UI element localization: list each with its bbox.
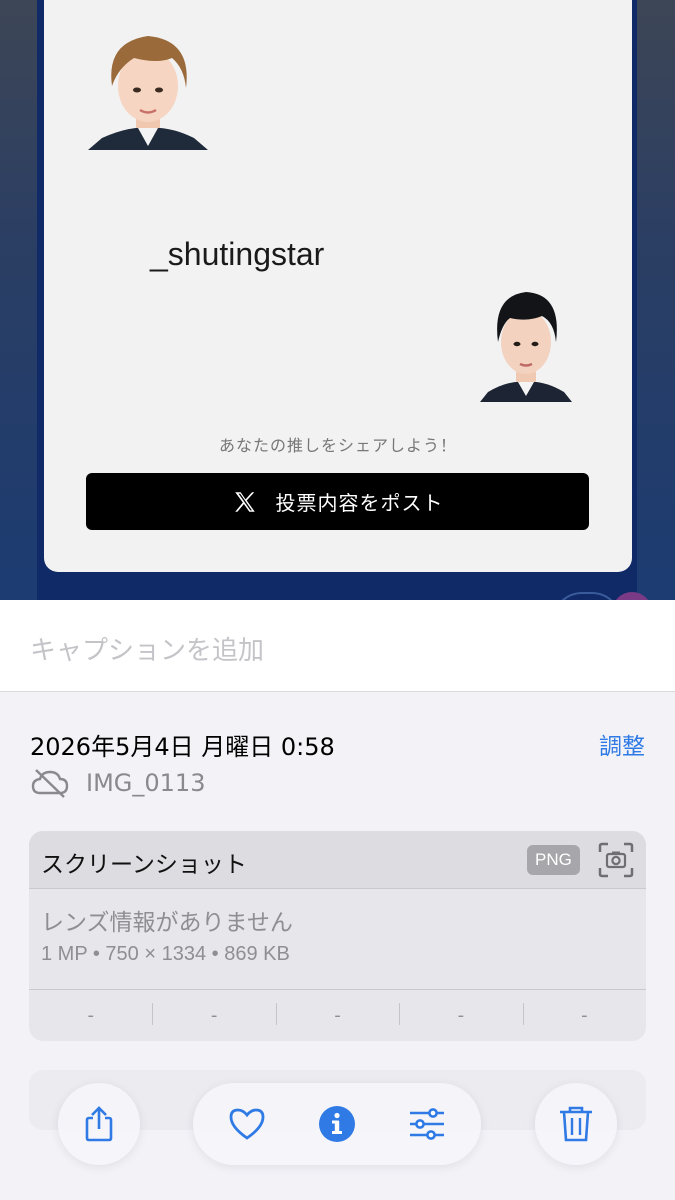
adjust-sliders-icon [410,1108,444,1140]
x-logo-icon [234,491,255,512]
share-prompt-text: あなたの推しをシェアしよう！ [218,436,457,455]
favorite-button[interactable] [207,1083,287,1165]
toolbar-group [193,1083,481,1165]
info-button[interactable] [297,1083,377,1165]
metadata-title: スクリーンショット [41,852,247,878]
lens-info-text: レンズ情報がありません [41,910,293,936]
exif-value: - [522,1003,646,1026]
adjust-button[interactable]: 調整 [599,727,645,761]
photo-viewer: _shutingstar あなたの推しをシェアしよう！ 投票内容をポスト キャプ… [0,0,675,1200]
username-text: _shutingstar [150,236,325,272]
share-icon [85,1106,113,1142]
portrait-photo-2 [480,280,572,402]
share-button[interactable] [58,1083,140,1165]
info-icon [319,1106,355,1142]
metadata-card: スクリーンショット PNG レンズ情報がありません 1 MP • 750 × 1… [29,831,646,1041]
exif-row: - - - - - [29,989,646,1041]
screenshot-camera-icon [598,842,634,878]
heart-icon [229,1108,265,1140]
caption-placeholder: キャプションを追加 [30,636,265,666]
format-badge: PNG [527,845,580,875]
exif-value: - [399,1003,522,1026]
image-spec-text: 1 MP • 750 × 1334 • 869 KB [41,943,290,965]
adjust-tool-button[interactable] [387,1083,467,1165]
post-vote-label: 投票内容をポスト [275,491,444,515]
filename-text: IMG_0113 [86,769,206,797]
exif-value: - [275,1003,399,1026]
exif-value: - [87,1005,94,1026]
photo-datetime: 2026年5月4日 月曜日 0:58 [30,733,335,761]
delete-button[interactable] [535,1083,617,1165]
metadata-header: スクリーンショット PNG [29,831,646,889]
photo-view[interactable]: _shutingstar あなたの推しをシェアしよう！ 投票内容をポスト [0,0,675,600]
filename-row: IMG_0113 [30,767,205,799]
caption-field[interactable]: キャプションを追加 [0,600,675,692]
exif-value: - [152,1003,275,1026]
trash-icon [560,1106,592,1142]
post-vote-button: 投票内容をポスト [86,473,589,530]
portrait-photo-1 [88,28,208,150]
cloud-off-icon [31,769,69,798]
